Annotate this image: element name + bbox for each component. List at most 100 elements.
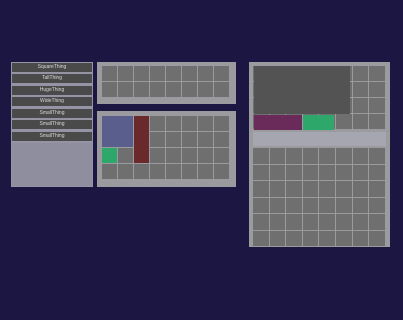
grid-cell[interactable] — [369, 181, 385, 197]
grid-cell[interactable] — [319, 181, 335, 197]
grid-cell[interactable] — [166, 164, 181, 179]
grid-cell[interactable] — [352, 66, 369, 81]
grid-cell[interactable] — [182, 132, 197, 147]
grid-cell[interactable] — [335, 214, 352, 230]
grid-cell[interactable] — [166, 148, 181, 163]
grid-cell[interactable] — [369, 82, 385, 97]
grid-cell[interactable] — [214, 148, 229, 163]
grid-cell[interactable] — [253, 148, 269, 164]
grid-cell[interactable] — [182, 164, 197, 179]
grid-cell[interactable] — [286, 230, 302, 246]
small-thing-item[interactable] — [303, 115, 334, 130]
grid-cell[interactable] — [352, 197, 369, 213]
grid-cell[interactable] — [214, 116, 229, 131]
grid-cell[interactable] — [214, 132, 229, 147]
grid-cell[interactable] — [302, 197, 319, 213]
grid-cell[interactable] — [269, 197, 286, 213]
square-thing-item[interactable] — [102, 116, 133, 147]
grid-cell[interactable] — [214, 164, 229, 179]
grid-cell[interactable] — [118, 164, 133, 179]
grid-cell[interactable] — [286, 181, 302, 197]
grid-cell[interactable] — [150, 132, 165, 147]
grid-cell[interactable] — [253, 164, 269, 180]
tall-thing-item[interactable] — [134, 116, 149, 163]
grid-cell[interactable] — [182, 66, 197, 81]
grid-cell[interactable] — [198, 116, 213, 131]
grid-cell[interactable] — [134, 66, 149, 81]
grid-cell[interactable] — [150, 116, 165, 131]
grid-cell[interactable] — [182, 82, 197, 97]
grid-cell[interactable] — [302, 164, 319, 180]
grid-cell[interactable] — [369, 98, 385, 113]
grid-cell[interactable] — [319, 164, 335, 180]
grid-cell[interactable] — [352, 114, 369, 129]
grid-cell[interactable] — [319, 197, 335, 213]
grid-cell[interactable] — [253, 230, 269, 246]
grid-cell[interactable] — [352, 230, 369, 246]
grid-cell[interactable] — [352, 181, 369, 197]
grid-cell[interactable] — [214, 82, 229, 97]
list-item-small-thing[interactable]: SmallThing — [12, 132, 92, 141]
grid-cell[interactable] — [269, 164, 286, 180]
grid-cell[interactable] — [166, 82, 181, 97]
grid-cell[interactable] — [269, 181, 286, 197]
grid-cell[interactable] — [335, 114, 352, 129]
grid-cell[interactable] — [352, 98, 369, 113]
wide-thing-item[interactable] — [254, 115, 302, 130]
grid-cell[interactable] — [352, 148, 369, 164]
grid-cell[interactable] — [102, 82, 117, 97]
grid-cell[interactable] — [269, 230, 286, 246]
list-item-square-thing[interactable]: SquareThing — [12, 63, 92, 72]
grid-cell[interactable] — [286, 148, 302, 164]
grid-cell[interactable] — [253, 181, 269, 197]
small-thing-item[interactable] — [102, 148, 117, 163]
grid-cell[interactable] — [335, 164, 352, 180]
grid-cell[interactable] — [182, 148, 197, 163]
huge-thing-item[interactable] — [254, 66, 350, 114]
grid-cell[interactable] — [369, 230, 385, 246]
grid-cell[interactable] — [198, 164, 213, 179]
grid-cell[interactable] — [118, 82, 133, 97]
grid-cell[interactable] — [198, 148, 213, 163]
grid-cell[interactable] — [369, 197, 385, 213]
grid-cell[interactable] — [134, 164, 149, 179]
grid-cell[interactable] — [198, 132, 213, 147]
list-item-small-thing[interactable]: SmallThing — [12, 120, 92, 129]
grid-cell[interactable] — [335, 181, 352, 197]
grid-cell[interactable] — [102, 164, 117, 179]
grid-cell[interactable] — [102, 66, 117, 81]
grid-cell[interactable] — [286, 164, 302, 180]
grid-cell[interactable] — [166, 116, 181, 131]
grid-cell[interactable] — [253, 214, 269, 230]
grid-cell[interactable] — [352, 214, 369, 230]
grid-cell[interactable] — [214, 66, 229, 81]
grid-cell[interactable] — [269, 148, 286, 164]
grid-cell[interactable] — [335, 148, 352, 164]
grid-cell[interactable] — [166, 66, 181, 81]
grid-cell[interactable] — [352, 82, 369, 97]
grid-cell[interactable] — [302, 181, 319, 197]
grid-cell[interactable] — [369, 148, 385, 164]
grid-cell[interactable] — [150, 82, 165, 97]
list-item-huge-thing[interactable]: HugeThing — [12, 86, 92, 95]
list-item-wide-thing[interactable]: WideThing — [12, 97, 92, 106]
grid-cell[interactable] — [319, 230, 335, 246]
list-item-tall-thing[interactable]: TallThing — [12, 74, 92, 83]
grid-cell[interactable] — [286, 197, 302, 213]
grid-cell[interactable] — [369, 164, 385, 180]
grid-cell[interactable] — [352, 164, 369, 180]
grid-cell[interactable] — [369, 114, 385, 129]
grid-cell[interactable] — [269, 214, 286, 230]
grid-cell[interactable] — [302, 230, 319, 246]
grid-cell[interactable] — [335, 197, 352, 213]
grid-cell[interactable] — [150, 164, 165, 179]
grid-cell[interactable] — [198, 82, 213, 97]
grid-cell[interactable] — [286, 214, 302, 230]
grid-cell[interactable] — [118, 66, 133, 81]
list-item-small-thing[interactable]: SmallThing — [12, 109, 92, 118]
grid-cell[interactable] — [319, 148, 335, 164]
grid-cell[interactable] — [369, 66, 385, 81]
grid-cell[interactable] — [335, 230, 352, 246]
grid-cell[interactable] — [302, 148, 319, 164]
grid-cell[interactable] — [150, 148, 165, 163]
